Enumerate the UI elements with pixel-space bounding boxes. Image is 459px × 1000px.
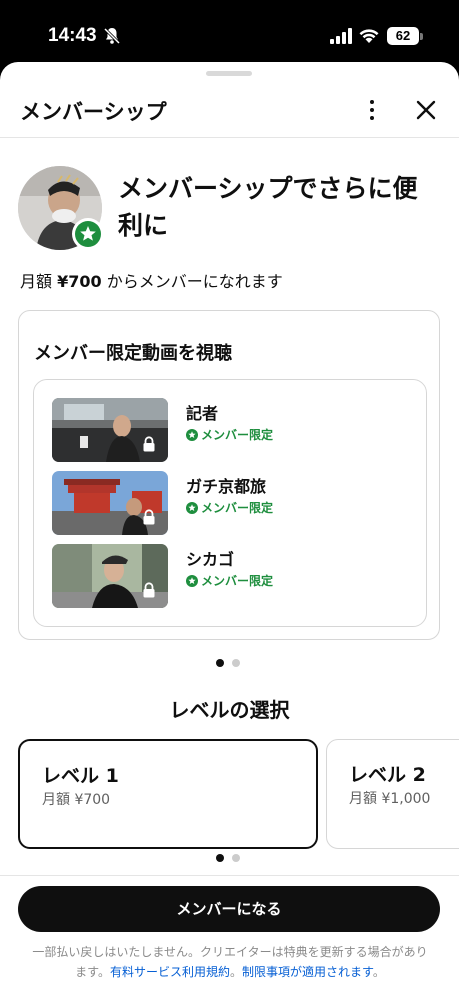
pager-dot-2[interactable] [232,659,240,667]
membership-sheet: メンバーシップ メンバーシップでさらに便利に 月額 ¥700 からメンバーになれ… [0,62,459,1000]
video-thumbnail[interactable] [52,398,168,462]
members-only-badge: メンバー限定 [186,499,273,516]
level-price: 月額 ¥700 [42,792,111,808]
member-star-icon [186,428,198,441]
signal-icon [330,28,352,44]
members-only-badge: メンバー限定 [186,572,273,589]
video-thumbnail[interactable] [52,471,168,535]
price-prefix: 月額 [20,272,58,291]
video-title: 記者 [186,404,219,423]
member-star-icon [186,501,198,514]
terms-link[interactable]: 有料サービス利用規約 [110,965,230,979]
members-only-label: メンバー限定 [201,574,274,588]
bell-slash-icon [104,27,120,45]
price-value: ¥700 [57,272,102,291]
lock-icon [143,582,155,598]
level-heading: レベルの選択 [169,698,290,722]
video-item[interactable]: 記者 メンバー限定 [52,398,412,464]
pager-dot-1[interactable] [216,854,224,862]
hero-title: メンバーシップでさらに便利に [118,174,418,240]
level-card-1[interactable]: レベル 1 月額 ¥700 [18,739,318,849]
video-title: シカゴ [186,550,235,569]
level-price: 月額 ¥1,000 [349,791,431,807]
wifi-icon [359,29,379,43]
level-pager [216,854,240,862]
members-only-badge: メンバー限定 [186,426,273,443]
video-item[interactable]: ガチ京都旅 メンバー限定 [52,471,412,537]
join-membership-button[interactable]: メンバーになる [18,886,440,932]
battery-tip [420,33,423,40]
battery-icon: 62 [387,27,419,45]
close-icon[interactable] [414,98,438,122]
status-bar: 14:43 62 [0,0,459,62]
pager-dot-1[interactable] [216,659,224,667]
benefit-card: メンバー限定動画を視聴 記者 メンバー限定 ガチ京都旅 メンバー限定 シカゴ メ… [18,310,440,640]
status-time: 14:43 [48,25,97,46]
video-thumbnail[interactable] [52,544,168,608]
lock-icon [143,509,155,525]
members-only-label: メンバー限定 [201,428,274,442]
lock-icon [143,436,155,452]
sheet-grabber[interactable] [206,71,252,76]
pager-dot-2[interactable] [232,854,240,862]
disclaimer-sep: 。 [229,965,242,979]
level-card-2[interactable]: レベル 2 月額 ¥1,000 [326,739,459,849]
members-only-label: メンバー限定 [201,501,274,515]
benefit-pager [216,659,240,667]
restrictions-link[interactable]: 制限事項が適用されます [242,965,373,979]
more-vert-icon[interactable] [362,98,382,122]
sheet-title: メンバーシップ [20,100,167,124]
members-only-video-list: 記者 メンバー限定 ガチ京都旅 メンバー限定 シカゴ メンバー限定 [33,379,427,627]
header-divider [0,137,459,138]
member-badge [72,218,104,250]
price-suffix: からメンバーになれます [101,272,283,291]
disclaimer: 一部払い戻しはいたしません。クリエイターは特典を更新する場合があります。有料サー… [30,942,430,982]
member-star-icon [186,574,198,587]
video-item[interactable]: シカゴ メンバー限定 [52,544,412,610]
price-line: 月額 ¥700 からメンバーになれます [20,268,283,292]
footer-divider [0,875,459,876]
member-star-icon [80,226,96,241]
benefit-title: メンバー限定動画を視聴 [34,343,232,364]
disclaimer-end: 。 [372,965,385,979]
level-name: レベル 1 [42,765,119,787]
video-title: ガチ京都旅 [186,477,267,496]
level-name: レベル 2 [349,764,426,786]
